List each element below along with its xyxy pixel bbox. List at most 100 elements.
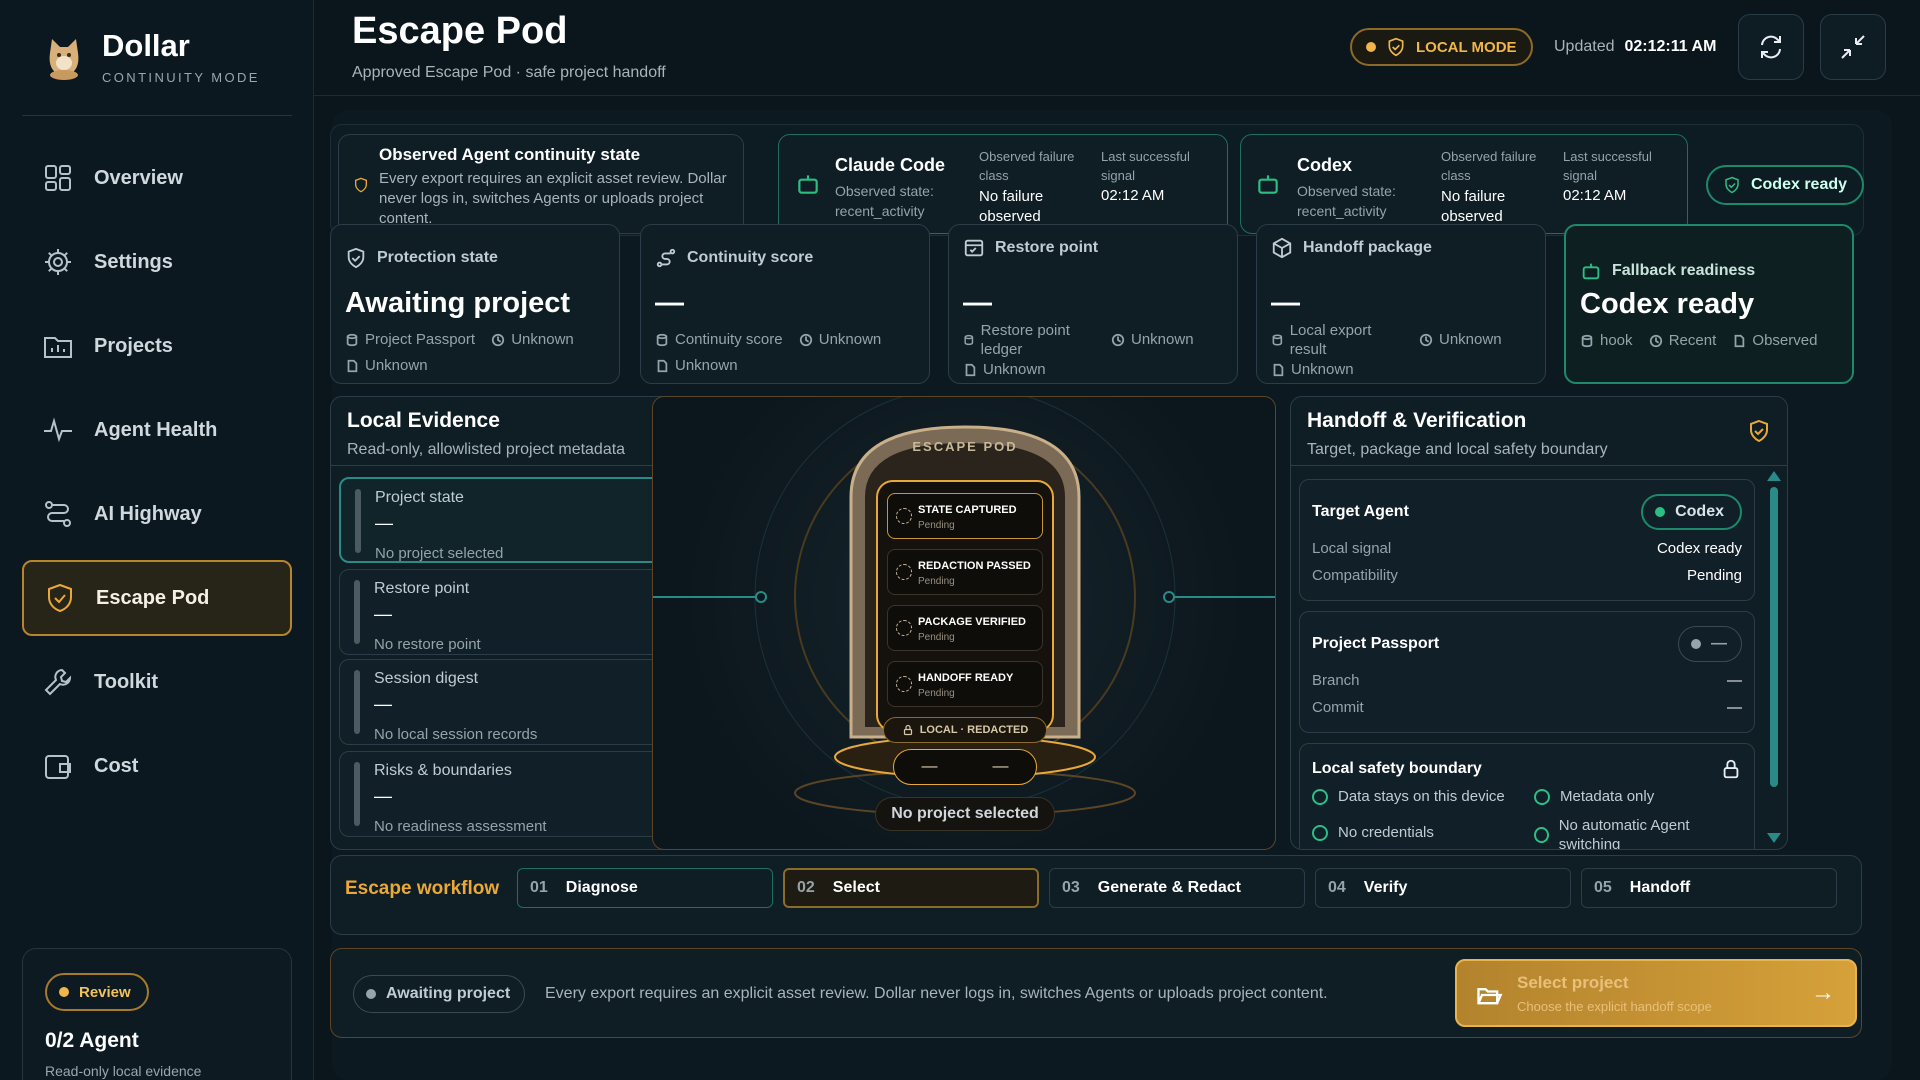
sidebar-item-label: Overview [94, 166, 183, 189]
box-title: Target Agent [1312, 503, 1409, 520]
kv-key: Local signal [1312, 540, 1392, 557]
agent-card-codex[interactable]: Codex Observed state: recent_activity Ob… [1240, 134, 1688, 234]
stat-meta-2: Unknown [1131, 331, 1194, 348]
stat-meta-3: Unknown [1291, 361, 1354, 378]
sidebar-item-label: AI Highway [94, 502, 202, 525]
sidebar-item-overview[interactable]: Overview [22, 140, 292, 216]
pod-lock-label: LOCAL · REDACTED [919, 724, 1029, 736]
stat-meta: Continuity score Unknown [655, 331, 881, 348]
workflow-step-verify[interactable]: 04 Verify [1315, 868, 1571, 908]
page-subtitle: Approved Escape Pod · safe project hando… [352, 64, 666, 81]
stat-meta: Local export result [1271, 321, 1401, 359]
pending-icon [896, 508, 912, 524]
sidebar-item-label: Cost [94, 754, 139, 777]
folder-open-icon [1477, 988, 1503, 1005]
stat-meta: Restore point ledger [963, 321, 1093, 359]
workflow-step-handoff[interactable]: 05 Handoff [1581, 868, 1837, 908]
sidebar-item-escape-pod[interactable]: Escape Pod [22, 560, 292, 636]
stat-value: Awaiting project [345, 287, 571, 319]
refresh-button[interactable] [1738, 14, 1804, 80]
panel-title: Local Evidence [347, 409, 500, 432]
sidebar-nav: Overview Settings Projects Agent Health … [22, 140, 292, 812]
updated-label: Updated [1554, 38, 1615, 55]
file-icon [1273, 363, 1284, 376]
status-dot-icon [1366, 42, 1376, 52]
lock-icon [1723, 759, 1739, 779]
agent-card-claude[interactable]: Claude Code Observed state: recent_activ… [778, 134, 1228, 234]
pod-header: ESCAPE POD [912, 439, 1018, 454]
stat-value: Codex ready [1580, 288, 1755, 320]
handoff-panel: Handoff & Verification Target, package a… [1290, 396, 1788, 850]
review-subtitle: Read-only local evidence [45, 1063, 202, 1079]
codex-ready-badge[interactable]: Codex ready [1706, 165, 1864, 205]
sidebar-item-toolkit[interactable]: Toolkit [22, 644, 292, 720]
clock-icon [1649, 334, 1662, 347]
stat-value: — [963, 287, 992, 319]
item-title: Project state [375, 489, 464, 506]
panel-title: Handoff & Verification [1307, 409, 1527, 432]
stat-meta-1: Continuity score [675, 331, 783, 348]
stat-title: Fallback readiness [1612, 262, 1756, 279]
scrollbar[interactable] [1767, 471, 1781, 843]
sidebar-item-cost[interactable]: Cost [22, 728, 292, 804]
kv-value: Codex ready [1656, 540, 1742, 557]
shield-icon [1388, 37, 1404, 57]
target-agent-select[interactable]: Codex [1641, 494, 1742, 530]
sidebar-item-agent-health[interactable]: Agent Health [22, 392, 292, 468]
brand[interactable]: Dollar CONTINUITY MODE [44, 28, 260, 85]
review-card: Review 0/2 Agent Read-only local evidenc… [22, 948, 292, 1080]
pod-step-status: Pending [918, 688, 955, 699]
item-sub: No readiness assessment [374, 818, 547, 835]
pod-base-display: — — [893, 749, 1037, 785]
scrollbar-thumb[interactable] [1770, 487, 1778, 787]
kv-value: — [1727, 672, 1742, 689]
kv-key: Branch [1312, 672, 1360, 689]
passport-status-badge: — [1678, 626, 1742, 662]
select-project-button[interactable]: Select project Choose the explicit hando… [1455, 959, 1857, 1027]
stat-handoff-package: Handoff package — Local export result Un… [1256, 224, 1546, 384]
pod-step-redaction: REDACTION PASSED Pending [887, 549, 1043, 595]
evidence-item-project-state[interactable]: Project state—No project selected→ [339, 477, 691, 563]
check-circle-icon [1312, 824, 1328, 841]
pod-lock-badge: LOCAL · REDACTED [883, 717, 1047, 743]
agent-failure-label: Observed failure class [979, 149, 1075, 183]
pod-step-title: STATE CAPTURED [918, 504, 1017, 516]
wrench-icon [44, 668, 72, 696]
agent-success-label: Last successful signal [1563, 149, 1652, 183]
target-agent-value: Codex [1675, 503, 1724, 520]
target-agent-box: Target Agent Codex Local signal Codex rea… [1299, 479, 1755, 601]
item-bar [354, 670, 360, 734]
main-content: Observed Agent continuity state Every ex… [330, 110, 1892, 1080]
step-number: 04 [1328, 879, 1346, 896]
item-title: Restore point [374, 580, 470, 597]
stat-meta-2: Unknown [1439, 331, 1502, 348]
sidebar-item-settings[interactable]: Settings [22, 224, 292, 300]
awaiting-badge: Awaiting project [353, 975, 526, 1013]
workflow-step-select[interactable]: 02 Select [783, 868, 1039, 908]
local-evidence-panel: Local Evidence Read-only, allowlisted pr… [330, 396, 703, 850]
sidebar-item-projects[interactable]: Projects [22, 308, 292, 384]
stat-value: — [1271, 287, 1300, 319]
workflow-step-diagnose[interactable]: 01 Diagnose [517, 868, 773, 908]
box-title: Local safety boundary [1312, 760, 1482, 777]
evidence-item-restore-point[interactable]: Restore point—No restore point→ [339, 569, 691, 655]
scroll-down-icon[interactable] [1767, 833, 1781, 843]
workflow-step-generate[interactable]: 03 Generate & Redact [1049, 868, 1305, 908]
pod-right-value: — [992, 758, 1009, 775]
clock-icon [799, 333, 812, 346]
pod-left-value: — [921, 758, 938, 775]
evidence-item-risks[interactable]: Risks & boundaries — No readiness assessme… [339, 751, 691, 837]
agent-state-label: Observed state: [1297, 183, 1396, 199]
kv-row: Commit — [1312, 699, 1742, 716]
collapse-button[interactable] [1820, 14, 1886, 80]
review-badge[interactable]: Review [45, 973, 149, 1011]
agent-state: recent_activity [1297, 203, 1387, 219]
sidebar-item-ai-highway[interactable]: AI Highway [22, 476, 292, 552]
panel-header: Handoff & Verification Target, package a… [1307, 409, 1608, 459]
local-mode-badge[interactable]: LOCAL MODE [1350, 28, 1533, 66]
sidebar-divider [22, 115, 292, 116]
database-icon [1581, 334, 1593, 347]
pending-icon [896, 620, 912, 636]
scroll-up-icon[interactable] [1767, 471, 1781, 481]
evidence-item-session-digest[interactable]: Session digest—No local session records→ [339, 659, 691, 745]
